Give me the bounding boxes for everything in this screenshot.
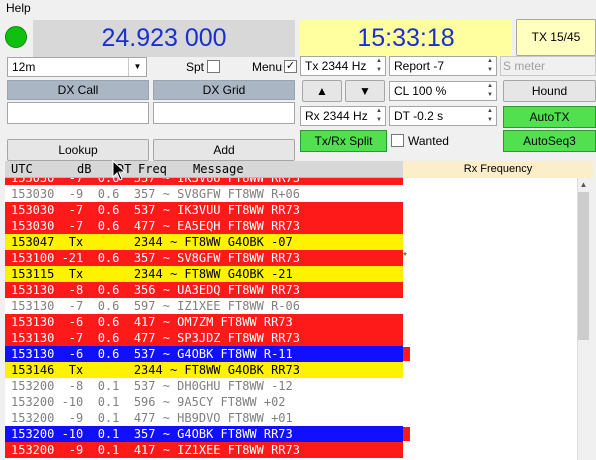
scroll-up-icon[interactable]: ▲: [577, 180, 590, 190]
tx-period-button[interactable]: TX 15/45: [516, 19, 596, 56]
rx-frequency-spinbox[interactable]: Rx 2344 Hz ▲ ▼: [300, 106, 386, 126]
status-led-icon: [5, 26, 27, 48]
decode-row[interactable]: 153030 -7 0.6 537 ~ IK3VUU FT8WW RR73: [5, 178, 403, 185]
decode-row[interactable]: 153200 -10 0.1 596 ~ 9A5CY FT8WW +02: [5, 394, 403, 410]
band-select-value: 12m: [12, 60, 36, 74]
spin-down-icon[interactable]: ▼: [374, 66, 384, 75]
menu-toggle-checkbox[interactable]: ✓: [284, 60, 297, 73]
decode-row[interactable]: 153200 -9 0.1 417 ~ IZ1XEE FT8WW RR73: [5, 442, 403, 458]
utc-clock-display: 15:33:18: [300, 20, 512, 57]
decode-row[interactable]: 153130 -7 0.6 597 ~ IZ1XEE FT8WW R-06: [5, 298, 403, 314]
decode-table-header: UTC dB DT Freq Message: [5, 161, 403, 178]
spin-down-icon[interactable]: ▼: [485, 91, 495, 100]
decode-row[interactable]: 153030 -7 0.6 477 ~ EA5EQH FT8WW RR73: [5, 218, 403, 234]
mouse-cursor-icon: [112, 159, 127, 185]
decode-row[interactable]: 153130 -6 0.6 417 ~ OM7ZM FT8WW RR73: [5, 314, 403, 330]
col-freq: Freq: [138, 162, 167, 176]
spin-up-icon[interactable]: ▲: [374, 57, 384, 66]
decode-row[interactable]: 153130 -7 0.6 477 ~ SP3JDZ FT8WW RR73: [5, 330, 403, 346]
spin-down-icon[interactable]: ▼: [485, 66, 495, 75]
spin-up-icon[interactable]: ▲: [374, 107, 384, 116]
scrollbar-thumb[interactable]: [578, 192, 589, 340]
decode-row[interactable]: 153047 Tx 2344 ~ FT8WW G4OBK -07: [5, 234, 403, 250]
rx-asterisk: *: [403, 251, 407, 262]
dx-call-input[interactable]: [7, 102, 149, 124]
report-value: Report -7: [394, 59, 445, 73]
window-edge: [590, 178, 596, 460]
lookup-button[interactable]: Lookup: [7, 139, 149, 161]
decode-row[interactable]: 153200 -9 0.1 477 ~ HB9DVO FT8WW +01: [5, 410, 403, 426]
decode-row[interactable]: 153146 Tx 2344 ~ FT8WW G4OBK RR73: [5, 362, 403, 378]
dx-grid-input[interactable]: [153, 102, 295, 124]
tx-frequency-spinbox[interactable]: Tx 2344 Hz ▲ ▼: [300, 56, 386, 76]
decode-row[interactable]: 153130 -6 0.6 537 ~ G4OBK FT8WW R-11: [5, 346, 403, 362]
dt-value: DT -0.2 s: [394, 109, 444, 123]
decode-row[interactable]: 153200 -10 0.1 357 ~ G4OBK FT8WW RR73: [5, 426, 403, 442]
rx-frequency-marker: [403, 347, 410, 361]
freq-up-button[interactable]: ▲: [302, 80, 342, 102]
decode-row[interactable]: 153115 Tx 2344 ~ FT8WW G4OBK -21: [5, 266, 403, 282]
wanted-checkbox[interactable]: [391, 134, 404, 147]
spt-label: Spt: [186, 60, 205, 74]
menu-help[interactable]: Help: [6, 1, 31, 15]
rx-frequency-value: Rx 2344 Hz: [305, 109, 368, 123]
spt-checkbox[interactable]: [207, 60, 220, 73]
spin-up-icon[interactable]: ▲: [485, 57, 495, 66]
report-spinbox[interactable]: Report -7 ▲ ▼: [389, 56, 497, 76]
dx-call-label: DX Call: [7, 80, 149, 100]
decode-row[interactable]: 153130 -8 0.6 356 ~ UA3EDQ FT8WW RR73: [5, 282, 403, 298]
rx-frequency-marker: [403, 427, 410, 441]
cl-spinbox[interactable]: CL 100 % ▲ ▼: [389, 81, 497, 101]
chevron-down-icon[interactable]: ▼: [128, 58, 146, 76]
autoseq-button[interactable]: AutoSeq3: [503, 130, 596, 152]
wanted-label: Wanted: [408, 134, 449, 148]
dt-spinbox[interactable]: DT -0.2 s ▲ ▼: [389, 106, 497, 126]
menu-toggle-label: Menu: [252, 60, 283, 74]
autotx-button[interactable]: AutoTX: [503, 106, 596, 128]
band-select[interactable]: 12m ▼: [7, 57, 147, 77]
freq-down-button[interactable]: ▼: [345, 80, 385, 102]
dial-frequency-display: 24.923 000: [33, 20, 295, 57]
col-db: dB: [77, 162, 92, 176]
decode-row[interactable]: 153030 -7 0.6 537 ~ IK3VUU FT8WW RR73: [5, 202, 403, 218]
tx-frequency-value: Tx 2344 Hz: [305, 59, 367, 73]
txrx-split-button[interactable]: Tx/Rx Split: [300, 130, 387, 152]
decode-row[interactable]: 153200 -8 0.1 537 ~ DH0GHU FT8WW -12: [5, 378, 403, 394]
s-meter: S meter: [500, 56, 596, 76]
decode-row[interactable]: 153030 -9 0.6 357 ~ SV8GFW FT8WW R+06: [5, 186, 403, 202]
spin-up-icon[interactable]: ▲: [485, 82, 495, 91]
col-message: Message: [193, 162, 244, 176]
dx-grid-label: DX Grid: [153, 80, 295, 100]
col-utc: UTC: [11, 162, 33, 176]
spin-up-icon[interactable]: ▲: [485, 107, 495, 116]
cl-value: CL 100 %: [394, 84, 447, 98]
spin-down-icon[interactable]: ▼: [485, 116, 495, 125]
menu-bar: Help: [0, 0, 596, 18]
hound-button[interactable]: Hound: [503, 80, 596, 102]
add-button[interactable]: Add: [153, 139, 295, 161]
spin-down-icon[interactable]: ▼: [374, 116, 384, 125]
decode-row[interactable]: 153100 -21 0.6 357 ~ SV8GFW FT8WW RR73: [5, 250, 403, 266]
rx-frequency-header: Rx Frequency: [403, 161, 593, 178]
